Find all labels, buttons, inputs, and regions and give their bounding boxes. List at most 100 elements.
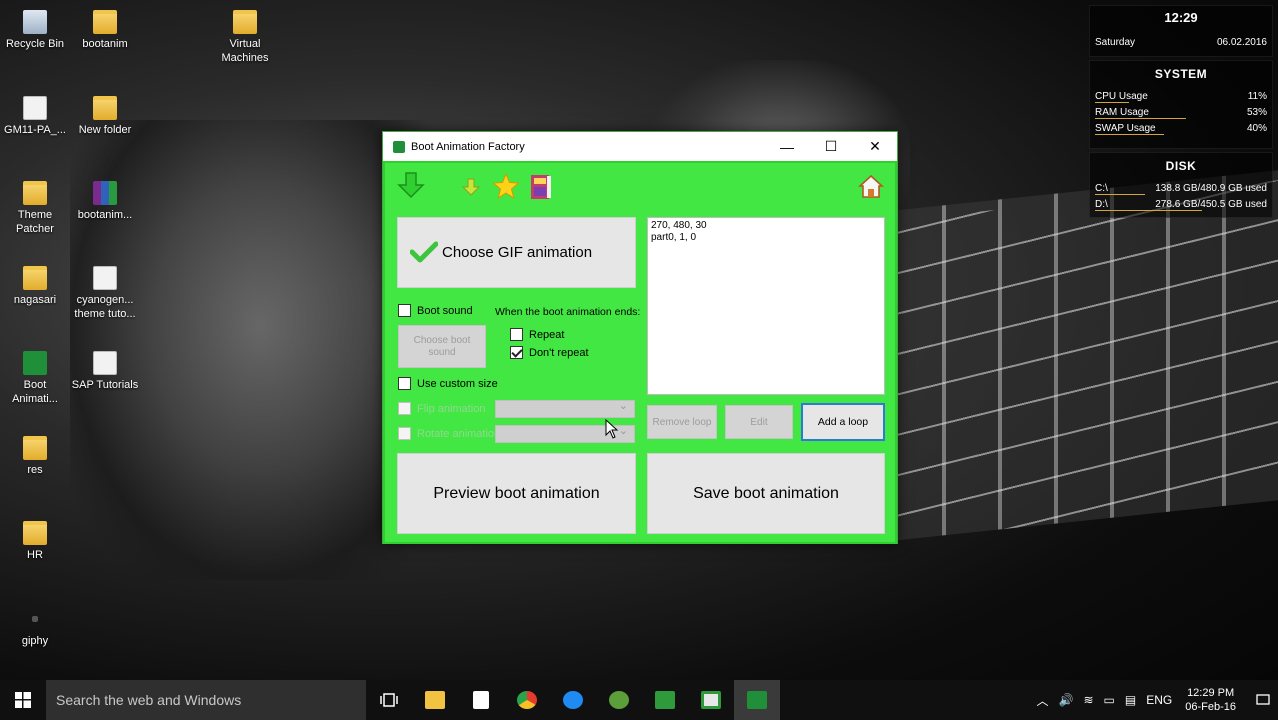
boot-sound-label: Boot sound — [417, 304, 473, 317]
task-view-button[interactable] — [366, 680, 412, 720]
desktop-icon-hr[interactable]: HR — [0, 521, 71, 562]
add-loop-button[interactable]: Add a loop — [801, 403, 885, 441]
desktop-icon-res[interactable]: res — [0, 436, 71, 477]
boot-sound-checkbox-row[interactable]: Boot sound — [398, 304, 473, 317]
boot-sound-checkbox[interactable] — [398, 304, 411, 317]
desktop-icon-theme-patcher[interactable]: Theme Patcher — [0, 181, 71, 236]
desktop-icon-recycle-bin[interactable]: Recycle Bin — [0, 10, 71, 51]
minimize-button[interactable]: — — [765, 132, 809, 161]
disk-c-value: 138.8 GB/480.9 GB used — [1155, 183, 1267, 194]
windows-logo-icon — [15, 692, 31, 708]
rotate-animation-checkbox[interactable] — [398, 427, 411, 440]
taskbar-search-box[interactable]: Search the web and Windows — [46, 680, 366, 720]
desktop-icon-bootanim-rar[interactable]: bootanim... — [69, 181, 141, 222]
repeat-checkbox-row[interactable]: Repeat — [510, 328, 564, 341]
download-arrow-icon[interactable] — [397, 171, 425, 199]
folder-icon — [23, 266, 47, 290]
main-panel: Choose GIF animation Boot sound Choose b… — [383, 161, 897, 544]
taskbar-file-explorer[interactable] — [412, 680, 458, 720]
taskbar-chrome[interactable] — [504, 680, 550, 720]
title-bar[interactable]: Boot Animation Factory — ☐ ✕ — [383, 132, 897, 161]
widget-date: 06.02.2016 — [1216, 37, 1267, 48]
flip-animation-select[interactable] — [495, 399, 635, 418]
custom-size-checkbox-row[interactable]: Use custom size — [398, 377, 498, 390]
desktop-icon-sap-tutorials[interactable]: SAP Tutorials — [69, 351, 141, 392]
dont-repeat-checkbox-row[interactable]: Don't repeat — [510, 346, 589, 359]
camtasia-icon — [655, 691, 675, 709]
gif-file-icon — [32, 616, 38, 622]
taskbar-date: 06-Feb-16 — [1185, 701, 1236, 713]
android-studio-icon — [609, 691, 629, 709]
word-document-icon — [93, 351, 117, 375]
desktop-icon-boot-animation[interactable]: Boot Animati... — [0, 351, 71, 406]
taskbar-android-studio[interactable] — [596, 680, 642, 720]
file-explorer-icon — [425, 691, 445, 709]
book-icon[interactable] — [527, 173, 555, 201]
volume-icon[interactable]: 🔊 — [1059, 693, 1074, 707]
swap-bar — [1095, 134, 1164, 135]
start-button[interactable] — [0, 680, 46, 720]
remove-loop-button[interactable]: Remove loop — [647, 405, 717, 439]
desktop-icon-gm11[interactable]: GM11-PA_... — [0, 96, 71, 137]
desktop-icon-virtual-machines[interactable]: Virtual Machines — [209, 10, 281, 65]
desktop-icon-bootanim-folder[interactable]: bootanim — [69, 10, 141, 51]
system-tray: ︿ 🔊 ≋ ▭ ▤ ENG 12:29 PM 06-Feb-16 — [1032, 680, 1278, 720]
desktop-icon-cyanogen-theme[interactable]: cyanogen... theme tuto... — [69, 266, 141, 321]
notification-icon — [1256, 694, 1270, 705]
widget-day: Saturday — [1095, 37, 1136, 48]
rotate-animation-label: Rotate animation — [417, 427, 501, 440]
desc-textarea[interactable]: 270, 480, 30 part0, 1, 0 — [647, 217, 885, 395]
widget-time: 12:29 — [1164, 10, 1198, 25]
repeat-checkbox[interactable] — [510, 328, 523, 341]
choose-gif-button[interactable]: Choose GIF animation — [397, 217, 636, 288]
window-title: Boot Animation Factory — [411, 140, 525, 153]
dont-repeat-checkbox[interactable] — [510, 346, 523, 359]
taskbar-boot-animation[interactable] — [734, 680, 780, 720]
preview-boot-animation-button[interactable]: Preview boot animation — [397, 453, 636, 534]
disk-c-label: C:\ — [1095, 183, 1108, 194]
chrome-icon — [517, 691, 537, 709]
boot-animation-taskbar-icon — [747, 691, 767, 709]
cpu-label: CPU Usage — [1095, 91, 1148, 102]
update-arrow-icon[interactable] — [461, 177, 481, 197]
network-icon[interactable]: ≋ — [1083, 693, 1093, 707]
when-ends-label: When the boot animation ends: — [495, 306, 641, 318]
close-button[interactable]: ✕ — [853, 132, 897, 161]
battery-icon[interactable]: ▭ — [1104, 693, 1115, 707]
edit-loop-button[interactable]: Edit — [725, 405, 793, 439]
taskbar-clock[interactable]: 12:29 PM 06-Feb-16 — [1185, 686, 1236, 714]
taskbar-camtasia-1[interactable] — [642, 680, 688, 720]
taskbar-store[interactable] — [458, 680, 504, 720]
flip-animation-checkbox[interactable] — [398, 402, 411, 415]
custom-size-label: Use custom size — [417, 377, 498, 390]
desktop-icon-new-folder[interactable]: New folder — [69, 96, 141, 137]
choose-boot-sound-button[interactable]: Choose boot sound — [398, 325, 486, 368]
swap-label: SWAP Usage — [1095, 123, 1156, 134]
messenger-icon — [563, 691, 583, 709]
taskbar-messenger[interactable] — [550, 680, 596, 720]
desktop-icon-giphy[interactable]: giphy — [0, 606, 71, 648]
chevron-up-icon[interactable]: ︿ — [1037, 692, 1049, 709]
action-center-icon[interactable]: ▤ — [1125, 693, 1136, 707]
save-boot-animation-button[interactable]: Save boot animation — [647, 453, 885, 534]
dont-repeat-label: Don't repeat — [529, 346, 589, 359]
checkmark-icon — [410, 241, 438, 263]
widget-disk-heading: DISK — [1165, 159, 1197, 173]
maximize-button[interactable]: ☐ — [809, 132, 853, 161]
taskbar-camtasia-2[interactable] — [688, 680, 734, 720]
star-icon[interactable] — [492, 172, 520, 200]
store-icon — [473, 691, 489, 709]
folder-icon — [233, 10, 257, 34]
home-icon[interactable] — [858, 174, 884, 200]
language-indicator[interactable]: ENG — [1146, 693, 1172, 707]
flip-animation-row[interactable]: Flip animation — [398, 402, 485, 415]
desktop-icon-nagasari[interactable]: nagasari — [0, 266, 71, 307]
rotate-animation-row[interactable]: Rotate animation — [398, 427, 500, 440]
recycle-bin-icon — [23, 10, 47, 34]
folder-icon — [93, 96, 117, 120]
custom-size-checkbox[interactable] — [398, 377, 411, 390]
repeat-label: Repeat — [529, 328, 565, 341]
notifications-button[interactable] — [1248, 680, 1278, 720]
system-monitor-widget: 12:29 Saturday 06.02.2016 SYSTEM CPU Usa… — [1089, 5, 1273, 223]
cpu-value: 11% — [1247, 91, 1267, 102]
